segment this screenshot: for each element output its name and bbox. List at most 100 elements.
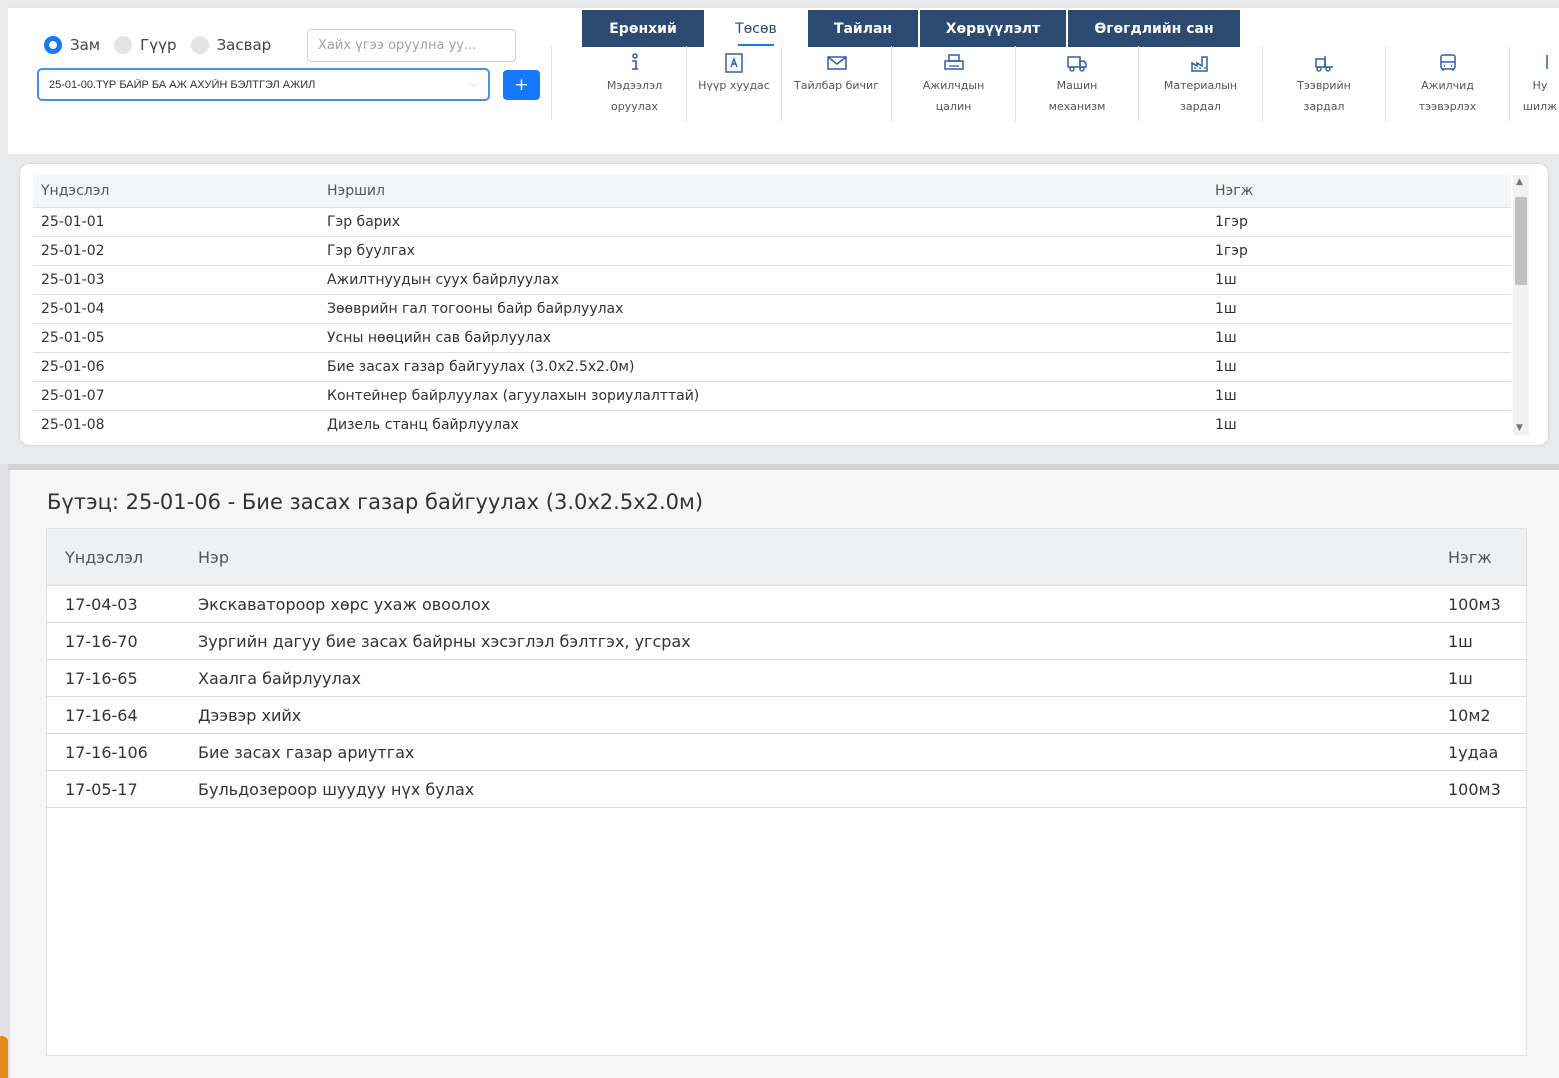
search-input[interactable] (307, 29, 516, 62)
cell-unit: 1ш (1215, 388, 1237, 404)
cell-unit: 1удаа (1448, 742, 1499, 762)
background-edge (0, 464, 10, 1078)
tool-info-entry[interactable]: Мэдээлэл оруулах (583, 46, 687, 122)
table-row[interactable]: 25-01-05 Усны нөөцийн сав байрлуулах 1ш (33, 324, 1511, 353)
factory-icon (1190, 56, 1208, 72)
cell-code: 25-01-02 (41, 243, 105, 259)
truck-icon (1067, 56, 1087, 72)
cover-page-icon (725, 53, 743, 73)
tool-description[interactable]: Тайлбар бичиг (782, 46, 892, 122)
toolbar: Зам Гүүр Засвар 25-01-00.ТҮР БАЙР БА АЖ … (8, 6, 1559, 154)
orange-tab-marker (0, 1036, 8, 1078)
structure-title: Бүтэц: 25-01-06 - Бие засах газар байгуу… (47, 490, 704, 514)
forklift-icon (1315, 56, 1333, 72)
vertical-scrollbar[interactable]: ▲ ▼ (1513, 175, 1529, 435)
cell-unit: 1ш (1215, 330, 1237, 346)
scroll-up-icon[interactable]: ▲ (1516, 177, 1523, 187)
divider (551, 46, 552, 120)
cell-unit: 1ш (1215, 359, 1237, 375)
tool-transfer[interactable]: Ну шилж (1510, 46, 1559, 122)
scroll-down-icon[interactable]: ▼ (1516, 423, 1523, 433)
column-header[interactable]: Нэгж (1215, 183, 1511, 199)
cell-code: 17-05-17 (65, 779, 138, 799)
column-header[interactable]: Үндэслэл (47, 548, 198, 567)
column-header[interactable]: Нэгж (1448, 548, 1526, 567)
table-header: Үндэслэл Нэршил Нэгж (33, 175, 1511, 208)
radio-zasvar[interactable]: Засвар (190, 36, 272, 54)
cell-name: Контейнер байрлуулах (агуулахын зориулал… (327, 388, 700, 404)
cell-name: Ажилтнуудын суух байрлуулах (327, 272, 559, 288)
tool-salary[interactable]: Ажилчдын цалин (892, 46, 1016, 122)
cell-unit: 1ш (1448, 668, 1473, 688)
tool-transport-cost[interactable]: Тээврийн зардал (1263, 46, 1386, 122)
cell-code: 17-16-64 (65, 705, 138, 725)
table-row[interactable]: 17-04-03 Экскаватороор хөрс ухаж овоолох 1… (47, 586, 1526, 623)
table-header: Үндэслэл Нэр Нэгж (47, 529, 1526, 586)
cell-name: Зургийн дагуу бие засах байрны хэсэглэл … (198, 631, 691, 651)
table-row[interactable]: 25-01-04 Зөөврийн гал тогооны байр байрлу… (33, 295, 1511, 324)
table-row[interactable]: 17-05-17 Бульдозероор шуудуу нүх булах 100… (47, 771, 1526, 808)
bus-icon (1439, 54, 1456, 71)
structure-table: Үндэслэл Нэр Нэгж 17-04-03 Экскаватороор … (46, 528, 1527, 1056)
transfer-icon (1546, 55, 1548, 69)
info-icon (631, 53, 638, 70)
add-button[interactable]: + (503, 70, 540, 100)
tool-label: Тайлбар бичиг (793, 79, 879, 92)
cell-name: Гэр барих (327, 214, 401, 230)
printer-icon (943, 54, 964, 70)
column-header[interactable]: Нэр (198, 548, 1448, 567)
cell-name: Бие засах газар байгуулах (3.0x2.5x2.0м) (327, 359, 635, 375)
works-table: Үндэслэл Нэршил Нэгж 25-01-01 Гэр барих 1г… (33, 175, 1511, 435)
tab-conversion[interactable]: Хөрвүүлэлт (920, 10, 1068, 47)
structure-panel: Бүтэц: 25-01-06 - Бие засах газар байгуу… (10, 470, 1559, 1078)
tool-materials[interactable]: Материалын зардал (1139, 46, 1263, 122)
radio-label: Засвар (216, 36, 272, 54)
tab-budget[interactable]: Төсөв (706, 10, 808, 47)
tool-label: Ну шилж (1522, 79, 1558, 113)
cell-name: Дээвэр хийх (198, 705, 302, 725)
cell-code: 25-01-07 (41, 388, 105, 404)
radio-guur[interactable]: Гүүр (114, 36, 177, 54)
tool-cover-page[interactable]: Нүүр хуудас (687, 46, 782, 122)
table-row[interactable]: 17-16-106 Бие засах газар ариутгах 1удаа (47, 734, 1526, 771)
tab-general[interactable]: Ерөнхий (582, 10, 706, 47)
tool-worker-transport[interactable]: Ажилчид тээвэрлэх (1386, 46, 1510, 122)
radio-label: Зам (70, 36, 101, 54)
cell-code: 25-01-03 (41, 272, 105, 288)
cell-name: Дизель станц байрлуулах (327, 417, 519, 433)
column-header[interactable]: Нэршил (327, 183, 1215, 199)
cell-name: Экскаватороор хөрс ухаж овоолох (198, 594, 491, 614)
radio-dot (44, 36, 62, 54)
tool-label: Ажилчдын цалин (922, 79, 985, 113)
cell-unit: 100м3 (1448, 594, 1501, 614)
cell-code: 25-01-05 (41, 330, 105, 346)
tool-label: Ажилчид тээвэрлэх (1418, 79, 1477, 113)
table-row[interactable]: 25-01-03 Ажилтнуудын суух байрлуулах 1ш (33, 266, 1511, 295)
scrollbar-thumb[interactable] (1515, 197, 1527, 285)
tool-label: Материалын зардал (1163, 79, 1238, 113)
project-select-value: 25-01-00.ТҮР БАЙР БА АЖ АХУЙН БЭЛТГЭЛ АЖ… (49, 78, 316, 91)
chevron-down-icon: ⌵ (469, 78, 478, 90)
cell-name: Гэр буулгах (327, 243, 415, 259)
project-select[interactable]: 25-01-00.ТҮР БАЙР БА АЖ АХУЙН БЭЛТГЭЛ АЖ… (37, 68, 490, 101)
table-row[interactable]: 25-01-01 Гэр барих 1гэр (33, 208, 1511, 237)
radio-zam[interactable]: Зам (44, 36, 100, 54)
tool-machinery[interactable]: Машин механизм (1016, 46, 1139, 122)
table-row[interactable]: 17-16-65 Хаалга байрлуулах 1ш (47, 660, 1526, 697)
tool-label: Мэдээлэл оруулах (606, 79, 663, 113)
tab-report[interactable]: Тайлан (808, 10, 920, 47)
column-header[interactable]: Үндэслэл (33, 183, 327, 199)
tool-label: Нүүр хуудас (698, 79, 770, 92)
table-row[interactable]: 25-01-02 Гэр буулгах 1гэр (33, 237, 1511, 266)
table-row[interactable]: 25-01-07 Контейнер байрлуулах (агуулахын … (33, 382, 1511, 411)
table-row[interactable]: 17-16-64 Дээвэр хийх 10м2 (47, 697, 1526, 734)
table-row[interactable]: 25-01-08 Дизель станц байрлуулах 1ш (33, 411, 1511, 435)
table-row[interactable]: 25-01-06 Бие засах газар байгуулах (3.0x2… (33, 353, 1511, 382)
tab-database[interactable]: Өгөгдлийн сан (1068, 10, 1242, 47)
cell-unit: 1ш (1215, 272, 1237, 288)
table-row[interactable]: 17-16-70 Зургийн дагуу бие засах байрны х… (47, 623, 1526, 660)
cell-unit: 1гэр (1215, 243, 1248, 259)
radio-dot (190, 36, 209, 54)
cell-code: 25-01-04 (41, 301, 105, 317)
cell-code: 25-01-01 (41, 214, 105, 230)
